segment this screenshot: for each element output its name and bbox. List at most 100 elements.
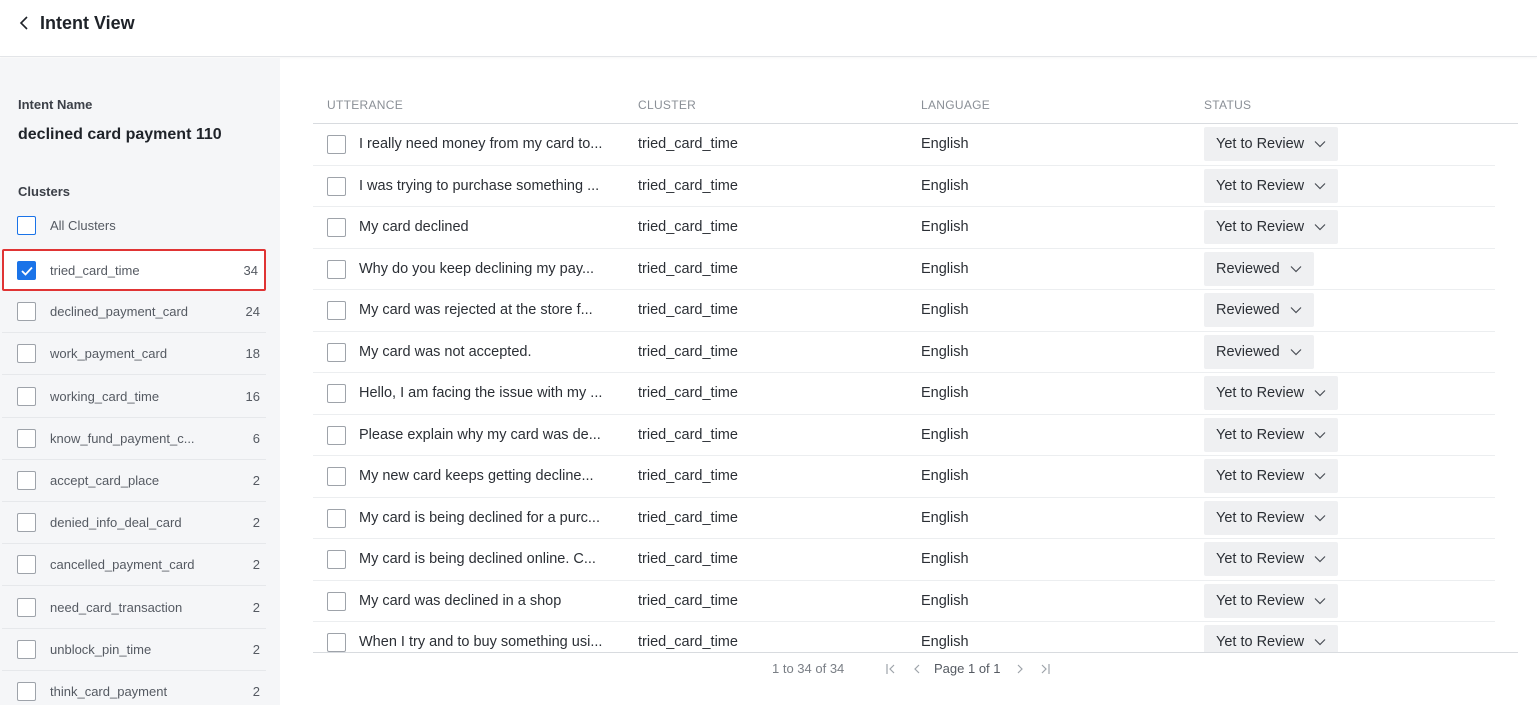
cluster-item[interactable]: declined_payment_card 24 bbox=[2, 291, 266, 334]
cluster-item[interactable]: think_card_payment 2 bbox=[2, 671, 266, 705]
all-clusters-checkbox[interactable] bbox=[17, 216, 36, 235]
cluster-checkbox[interactable] bbox=[17, 428, 36, 448]
cluster-item[interactable]: unblock_pin_time 2 bbox=[2, 629, 266, 671]
status-dropdown[interactable]: Yet to Review bbox=[1204, 459, 1339, 493]
status-dropdown[interactable]: Reviewed bbox=[1204, 293, 1314, 327]
table-row[interactable]: My card was not accepted. tried_card_time… bbox=[313, 332, 1495, 373]
chevron-down-icon bbox=[1314, 140, 1326, 148]
status-dropdown[interactable]: Yet to Review bbox=[1204, 127, 1339, 161]
cluster-item[interactable]: denied_info_deal_card 2 bbox=[2, 502, 266, 545]
cluster-name: think_card_payment bbox=[50, 684, 168, 699]
cluster-checkbox[interactable] bbox=[17, 386, 36, 406]
row-checkbox[interactable] bbox=[327, 425, 346, 445]
next-page-button[interactable] bbox=[1013, 662, 1027, 676]
table-row[interactable]: Please explain why my card was de... trie… bbox=[313, 415, 1495, 456]
table-row[interactable]: My card declined tried_card_time English Ye… bbox=[313, 207, 1495, 249]
column-header-cluster[interactable]: CLUSTER bbox=[638, 98, 696, 112]
sidebar: Intent Name declined card payment 110 Cl… bbox=[0, 58, 280, 705]
language-cell: English bbox=[921, 343, 969, 360]
last-page-button[interactable] bbox=[1038, 662, 1052, 676]
status-value: Yet to Review bbox=[1216, 385, 1305, 401]
cluster-count: 2 bbox=[252, 599, 260, 615]
status-value: Yet to Review bbox=[1216, 136, 1305, 152]
all-clusters-option[interactable]: All Clusters bbox=[17, 216, 116, 235]
footer-divider bbox=[313, 652, 1518, 653]
language-cell: English bbox=[921, 302, 969, 319]
status-dropdown[interactable]: Yet to Review bbox=[1204, 542, 1339, 576]
status-dropdown[interactable]: Yet to Review bbox=[1204, 625, 1339, 653]
row-checkbox[interactable] bbox=[327, 259, 346, 279]
status-dropdown[interactable]: Reviewed bbox=[1204, 334, 1314, 369]
cluster-item[interactable]: know_fund_payment_c... 6 bbox=[2, 418, 266, 460]
language-cell: English bbox=[921, 468, 969, 485]
row-checkbox[interactable] bbox=[327, 550, 346, 569]
back-button[interactable] bbox=[14, 12, 34, 34]
cluster-checkbox[interactable] bbox=[17, 260, 36, 280]
chevron-down-icon bbox=[1290, 265, 1302, 273]
table-row[interactable]: I really need money from my card to... tr… bbox=[313, 124, 1495, 166]
utterance-cell: Hello, I am facing the issue with my ... bbox=[359, 385, 603, 402]
utterance-cell: I was trying to purchase something ... bbox=[359, 177, 600, 194]
cluster-name: tried_card_time bbox=[50, 262, 140, 278]
cluster-checkbox[interactable] bbox=[17, 682, 36, 701]
cluster-item[interactable]: work_payment_card 18 bbox=[2, 333, 266, 376]
cluster-item[interactable]: accept_card_place 2 bbox=[2, 460, 266, 502]
status-dropdown[interactable]: Yet to Review bbox=[1204, 583, 1339, 618]
column-header-utterance[interactable]: UTTERANCE bbox=[327, 98, 403, 112]
row-checkbox[interactable] bbox=[327, 633, 346, 652]
status-dropdown[interactable]: Yet to Review bbox=[1204, 210, 1339, 244]
table-row[interactable]: My card was rejected at the store f... tr… bbox=[313, 290, 1495, 332]
table-row[interactable]: Why do you keep declining my pay... tried… bbox=[313, 249, 1495, 290]
cluster-item[interactable]: tried_card_time 34 bbox=[2, 249, 266, 291]
language-cell: English bbox=[921, 426, 969, 443]
table-row[interactable]: I was trying to purchase something ... tr… bbox=[313, 166, 1495, 207]
utterance-cell: When I try and to buy something usi... bbox=[359, 634, 603, 651]
chevron-down-icon bbox=[1314, 472, 1326, 480]
cluster-checkbox[interactable] bbox=[17, 302, 36, 322]
cluster-name: declined_payment_card bbox=[50, 304, 189, 320]
cluster-checkbox[interactable] bbox=[17, 471, 36, 490]
clusters-label: Clusters bbox=[18, 184, 71, 199]
cluster-item[interactable]: need_card_transaction 2 bbox=[2, 587, 266, 629]
cluster-checkbox[interactable] bbox=[17, 344, 36, 364]
prev-page-button[interactable] bbox=[910, 662, 924, 676]
table-row[interactable]: My card was declined in a shop tried_card… bbox=[313, 581, 1495, 622]
table-row[interactable]: When I try and to buy something usi... tr… bbox=[313, 622, 1495, 653]
cluster-count: 18 bbox=[245, 346, 260, 362]
status-dropdown[interactable]: Yet to Review bbox=[1204, 417, 1339, 452]
cluster-name: accept_card_place bbox=[50, 473, 160, 488]
utterance-cell: My card is being declined online. C... bbox=[359, 551, 596, 568]
chevron-down-icon bbox=[1314, 389, 1326, 397]
cluster-checkbox[interactable] bbox=[17, 639, 36, 659]
row-checkbox[interactable] bbox=[327, 508, 346, 528]
table-row[interactable]: My new card keeps getting decline... trie… bbox=[313, 456, 1495, 498]
row-checkbox[interactable] bbox=[327, 135, 346, 154]
status-value: Yet to Review bbox=[1216, 509, 1305, 526]
cluster-checkbox[interactable] bbox=[17, 555, 36, 575]
status-dropdown[interactable]: Yet to Review bbox=[1204, 500, 1339, 535]
column-header-language[interactable]: LANGUAGE bbox=[921, 98, 990, 112]
status-dropdown[interactable]: Reviewed bbox=[1204, 251, 1314, 286]
cluster-item[interactable]: cancelled_payment_card 2 bbox=[2, 544, 266, 587]
cluster-item[interactable]: working_card_time 16 bbox=[2, 376, 266, 418]
row-checkbox[interactable] bbox=[327, 342, 346, 362]
column-header-status[interactable]: STATUS bbox=[1204, 98, 1251, 112]
language-cell: English bbox=[921, 136, 969, 153]
cluster-cell: tried_card_time bbox=[638, 260, 738, 277]
status-dropdown[interactable]: Yet to Review bbox=[1204, 376, 1339, 410]
row-checkbox[interactable] bbox=[327, 301, 346, 320]
chevron-left-icon bbox=[19, 16, 28, 30]
cluster-cell: tried_card_time bbox=[638, 302, 738, 319]
table-row[interactable]: My card is being declined online. C... tr… bbox=[313, 539, 1495, 581]
row-checkbox[interactable] bbox=[327, 591, 346, 611]
cluster-checkbox[interactable] bbox=[17, 513, 36, 533]
table-row[interactable]: My card is being declined for a purc... t… bbox=[313, 498, 1495, 539]
row-checkbox[interactable] bbox=[327, 176, 346, 196]
table-row[interactable]: Hello, I am facing the issue with my ...… bbox=[313, 373, 1495, 415]
cluster-checkbox[interactable] bbox=[17, 597, 36, 617]
row-checkbox[interactable] bbox=[327, 467, 346, 486]
first-page-button[interactable] bbox=[884, 662, 898, 676]
status-dropdown[interactable]: Yet to Review bbox=[1204, 168, 1339, 203]
row-checkbox[interactable] bbox=[327, 384, 346, 403]
row-checkbox[interactable] bbox=[327, 218, 346, 237]
